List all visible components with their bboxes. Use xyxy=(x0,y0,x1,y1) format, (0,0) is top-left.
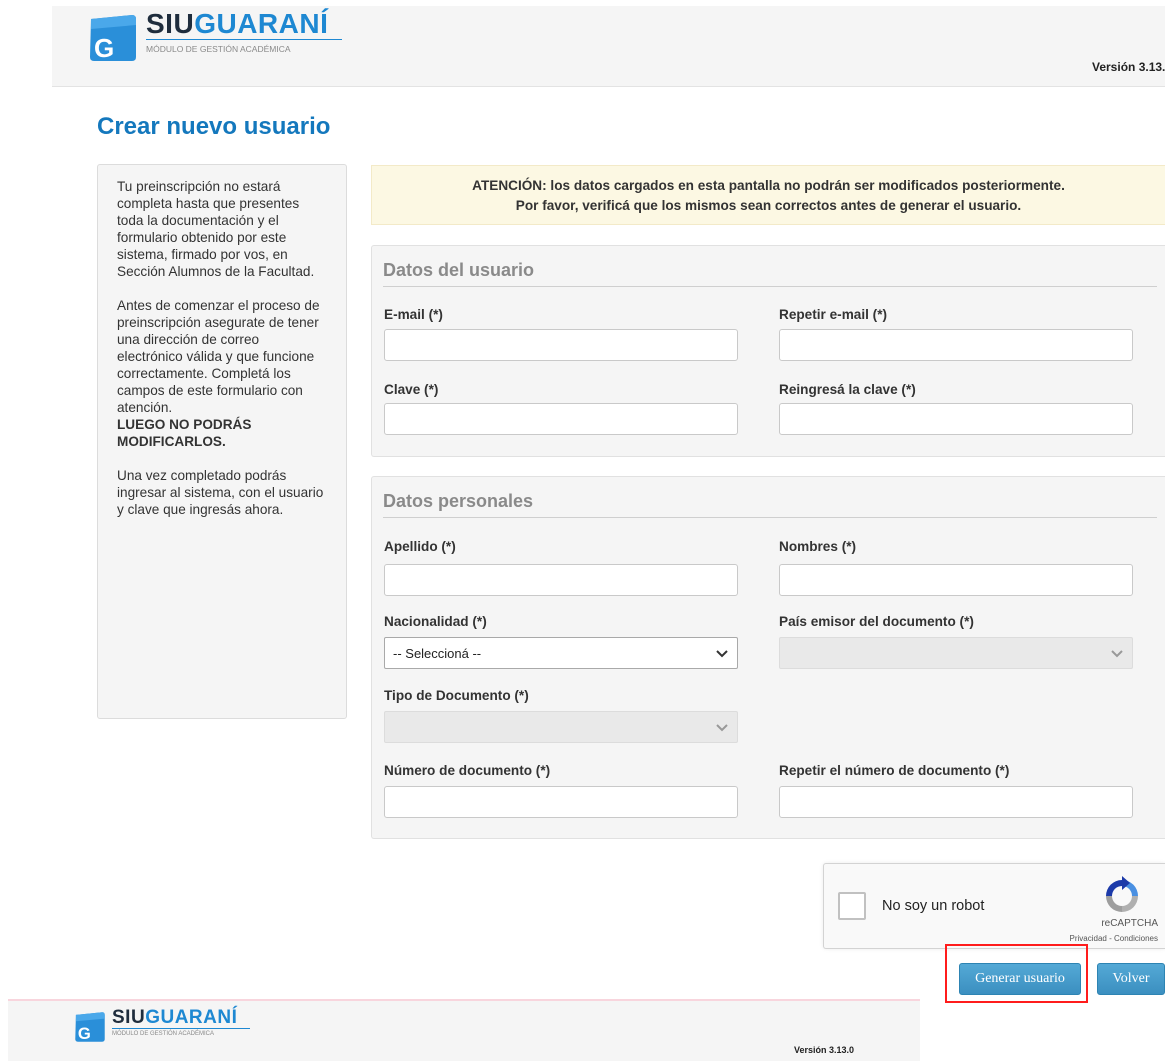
surname-label: Apellido (*) xyxy=(384,539,456,554)
repeat-email-label: Repetir e-mail (*) xyxy=(779,307,888,322)
recaptcha-privacy-link[interactable]: Privacidad xyxy=(1070,934,1107,943)
recaptcha-links: Privacidad - Condiciones xyxy=(1046,934,1159,943)
logo-subtitle: MÓDULO DE GESTIÓN ACADÉMICA xyxy=(146,39,342,54)
recaptcha-checkbox[interactable] xyxy=(838,892,866,920)
nationality-label: Nacionalidad (*) xyxy=(384,614,487,629)
recaptcha-widget: No soy un robot reCAPTCHA Privacidad - C… xyxy=(823,863,1165,949)
sidebar-paragraph-text: Antes de comenzar el proceso de preinscr… xyxy=(117,298,320,415)
doc-number-label: Número de documento (*) xyxy=(384,763,551,778)
sidebar-paragraph: Antes de comenzar el proceso de preinscr… xyxy=(117,297,328,450)
back-button[interactable]: Volver xyxy=(1097,963,1165,995)
info-sidebar: Tu preinscripción no estará completa has… xyxy=(97,164,347,719)
issuing-country-label: País emisor del documento (*) xyxy=(779,614,974,629)
app-footer: G SIUGUARANÍ MÓDULO DE GESTIÓN ACADÉMICA… xyxy=(8,999,920,1061)
sidebar-paragraph: Una vez completado podrás ingresar al si… xyxy=(117,468,324,517)
siu-guarani-logo[interactable]: G SIUGUARANÍ MÓDULO DE GESTIÓN ACADÉMICA xyxy=(88,9,342,61)
footer-logo-subtitle: MÓDULO DE GESTIÓN ACADÉMICA xyxy=(112,1028,250,1037)
footer-logo[interactable]: G SIUGUARANÍ MÓDULO DE GESTIÓN ACADÉMICA xyxy=(74,1007,250,1042)
panel-title-user-data: Datos del usuario xyxy=(383,260,1157,287)
names-input[interactable] xyxy=(779,564,1133,596)
nationality-select[interactable]: -- Seleccioná -- xyxy=(384,637,738,669)
app-header: G SIUGUARANÍ MÓDULO DE GESTIÓN ACADÉMICA… xyxy=(52,6,1165,87)
chevron-down-icon xyxy=(716,650,728,658)
svg-text:G: G xyxy=(78,1024,91,1042)
sidebar-warning: LUEGO NO PODRÁS MODIFICARLOS. xyxy=(117,417,252,449)
email-label: E-mail (*) xyxy=(384,307,443,322)
doc-type-select xyxy=(384,711,738,743)
footer-version: Versión 3.13.0 xyxy=(794,1045,855,1055)
recaptcha-brand: reCAPTCHA xyxy=(1101,918,1158,929)
app-version: Versión 3.13.0 xyxy=(1092,60,1165,74)
doc-type-label: Tipo de Documento (*) xyxy=(384,688,529,703)
guarani-logo-icon: G xyxy=(90,15,136,61)
repeat-doc-number-label: Repetir el número de documento (*) xyxy=(779,763,1010,778)
nationality-selected-value: -- Seleccioná -- xyxy=(393,645,482,661)
repeat-email-input[interactable] xyxy=(779,329,1133,361)
personal-data-panel: Datos personales Apellido (*) Nombres (*… xyxy=(371,476,1165,839)
recaptcha-terms-link[interactable]: Condiciones xyxy=(1114,934,1158,943)
guarani-logo-icon: G xyxy=(75,1012,105,1042)
generate-user-button[interactable]: Generar usuario xyxy=(959,963,1081,995)
logo-wordmark: SIUGUARANÍ xyxy=(146,8,329,39)
repeat-doc-number-input[interactable] xyxy=(779,786,1133,818)
alert-line: ATENCIÓN: los datos cargados en esta pan… xyxy=(472,178,1065,193)
user-data-panel: Datos del usuario E-mail (*) Repetir e-m… xyxy=(371,245,1165,457)
issuing-country-select xyxy=(779,637,1133,669)
repeat-password-input[interactable] xyxy=(779,403,1133,435)
doc-number-input[interactable] xyxy=(384,786,738,818)
surname-input[interactable] xyxy=(384,564,738,596)
footer-logo-wordmark: SIUGUARANÍ xyxy=(112,1007,238,1028)
recaptcha-logo-icon xyxy=(1106,876,1138,912)
panel-title-personal-data: Datos personales xyxy=(383,491,1157,518)
recaptcha-label: No soy un robot xyxy=(882,898,985,914)
recaptcha-links-separator: - xyxy=(1106,934,1114,943)
chevron-down-icon xyxy=(716,724,728,732)
password-label: Clave (*) xyxy=(384,382,439,397)
sidebar-paragraph: Tu preinscripción no estará completa has… xyxy=(117,179,315,279)
page-title: Crear nuevo usuario xyxy=(97,113,331,140)
names-label: Nombres (*) xyxy=(779,539,857,554)
repeat-password-label: Reingresá la clave (*) xyxy=(779,382,916,397)
email-input[interactable] xyxy=(384,329,738,361)
svg-text:G: G xyxy=(94,33,114,61)
warning-alert: ATENCIÓN: los datos cargados en esta pan… xyxy=(371,165,1165,225)
chevron-down-icon xyxy=(1111,650,1123,658)
password-input[interactable] xyxy=(384,403,738,435)
alert-line: Por favor, verificá que los mismos sean … xyxy=(515,198,1022,213)
